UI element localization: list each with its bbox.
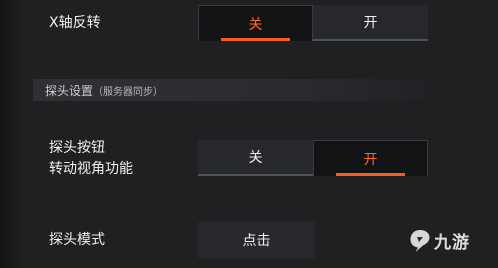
probe-mode-button[interactable]: 点击 <box>198 222 315 258</box>
probe-view-off-option[interactable]: 关 <box>198 140 313 176</box>
probe-view-on-option[interactable]: 开 <box>313 140 428 176</box>
probe-view-on-label: 开 <box>363 151 378 168</box>
jiuyou-logo-icon <box>410 229 430 252</box>
selected-indicator <box>221 38 290 41</box>
x-axis-invert-off-option[interactable]: 关 <box>198 5 313 41</box>
panel-left-edge <box>0 0 22 268</box>
probe-view-toggle: 关 开 <box>198 140 428 176</box>
x-axis-invert-on-label: 开 <box>363 15 378 31</box>
x-axis-invert-on-option[interactable]: 开 <box>313 5 428 41</box>
section-title: 探头设置 <box>45 83 94 98</box>
jiuyou-watermark: 九游 <box>409 228 470 253</box>
watermark-text: 九游 <box>434 233 470 253</box>
selected-indicator <box>336 173 405 176</box>
probe-button-label-line1: 探头按钮 <box>49 140 105 156</box>
probe-settings-section-header: 探头设置 （服务器同步） <box>33 79 443 101</box>
probe-button-label-line2: 转动视角功能 <box>49 161 133 177</box>
x-axis-invert-label: X轴反转 <box>49 15 101 31</box>
section-subtitle: （服务器同步） <box>93 86 164 98</box>
probe-mode-label: 探头模式 <box>49 232 105 248</box>
x-axis-invert-toggle: 关 开 <box>198 5 428 41</box>
probe-mode-value: 点击 <box>242 233 271 249</box>
probe-view-off-label: 关 <box>248 150 263 166</box>
x-axis-invert-off-label: 关 <box>248 16 263 33</box>
